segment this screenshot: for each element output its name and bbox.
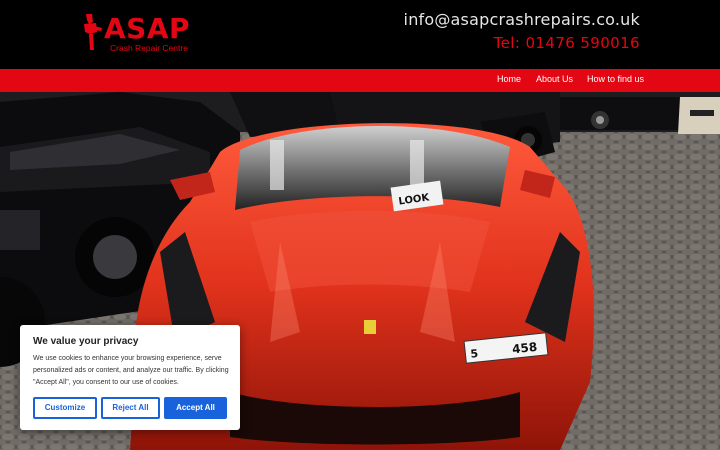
logo-subtitle: Crash Repair Centre — [110, 43, 188, 53]
site-header: ASAP Crash Repair Centre info@asapcrashr… — [0, 0, 720, 69]
main-navigation: Home About Us How to find us — [0, 69, 720, 92]
cookie-consent-dialog: We value your privacy We use cookies to … — [20, 325, 240, 430]
plate-left-text: 5 — [470, 347, 479, 361]
cookie-title: We value your privacy — [33, 336, 139, 347]
site-logo[interactable]: ASAP Crash Repair Centre — [80, 12, 195, 58]
accept-all-button[interactable]: Accept All — [164, 397, 227, 419]
contact-phone-link[interactable]: Tel: 01476 590016 — [494, 34, 640, 52]
logo-wordmark: ASAP — [104, 12, 191, 45]
reject-all-button[interactable]: Reject All — [101, 397, 160, 419]
contact-email-link[interactable]: info@asapcrashrepairs.co.uk — [404, 10, 640, 29]
nav-item-about-us[interactable]: About Us — [536, 74, 573, 84]
customize-button[interactable]: Customize — [33, 397, 97, 419]
plate-number-text: 458 — [511, 340, 537, 357]
nav-item-how-to-find-us[interactable]: How to find us — [587, 74, 644, 84]
spray-gun-icon — [84, 14, 102, 50]
nav-item-home[interactable]: Home — [497, 74, 521, 84]
cookie-description: We use cookies to enhance your browsing … — [33, 355, 229, 386]
